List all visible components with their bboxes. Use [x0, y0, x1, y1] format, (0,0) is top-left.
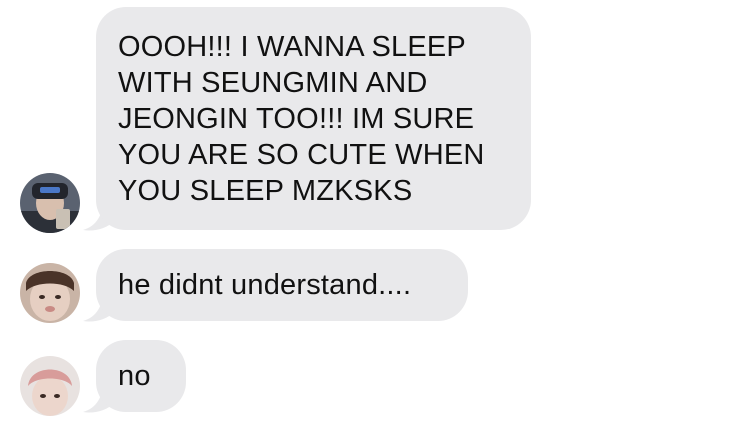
message-bubble[interactable]: he didnt understand....: [96, 249, 468, 321]
contact-avatar[interactable]: [20, 263, 80, 323]
message-bubble[interactable]: no: [96, 340, 186, 412]
message-text: OOOH!!! I WANNA SLEEP WITH SEUNGMIN AND …: [118, 31, 485, 207]
message-thread: OOOH!!! I WANNA SLEEP WITH SEUNGMIN AND …: [0, 0, 750, 421]
profile-photo-icon: [20, 263, 80, 323]
contact-avatar[interactable]: [20, 173, 80, 233]
message-text: he didnt understand....: [118, 269, 412, 301]
profile-photo-icon: [20, 173, 80, 233]
message-bubble[interactable]: OOOH!!! I WANNA SLEEP WITH SEUNGMIN AND …: [96, 7, 531, 230]
message-text: no: [118, 360, 151, 392]
profile-photo-icon: [20, 356, 80, 416]
contact-avatar[interactable]: [20, 356, 80, 416]
